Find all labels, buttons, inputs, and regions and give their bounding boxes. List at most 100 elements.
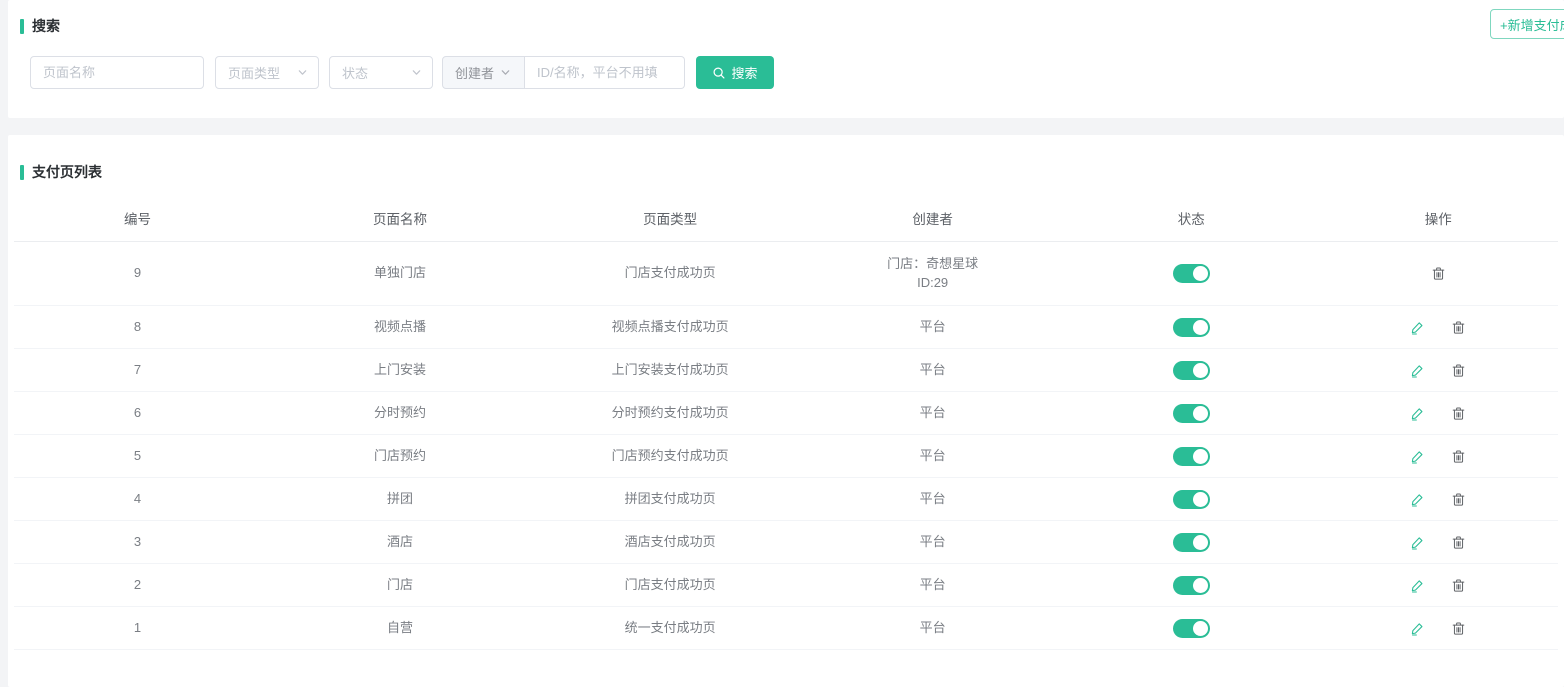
row-page-name: 视频点播 bbox=[261, 318, 539, 337]
page-type-select-label: 页面类型 bbox=[228, 63, 280, 82]
status-select-label: 状态 bbox=[342, 63, 368, 82]
search-section-title: 搜索 bbox=[20, 16, 60, 36]
row-status-cell bbox=[1064, 446, 1319, 465]
table-header: 编号 页面名称 页面类型 创建者 状态 操作 bbox=[14, 198, 1558, 242]
trash-icon bbox=[1451, 406, 1466, 421]
row-status-cell bbox=[1064, 489, 1319, 508]
row-status-cell bbox=[1064, 532, 1319, 551]
delete-button[interactable] bbox=[1451, 406, 1466, 421]
status-toggle[interactable] bbox=[1173, 404, 1210, 423]
toggle-knob bbox=[1193, 406, 1208, 421]
edit-icon bbox=[1410, 406, 1425, 421]
page: { "colors": { "accent": "#2abd96", "togg… bbox=[0, 0, 1564, 687]
row-id: 6 bbox=[14, 404, 261, 423]
edit-button[interactable] bbox=[1410, 320, 1425, 335]
keyword-input[interactable] bbox=[525, 56, 685, 89]
search-form: 页面类型 状态 创建者 搜索 bbox=[30, 56, 774, 89]
row-page-type: 拼团支付成功页 bbox=[539, 490, 801, 509]
edit-icon bbox=[1410, 578, 1425, 593]
edit-icon bbox=[1410, 492, 1425, 507]
row-creator: 门店：奇想星球 bbox=[887, 256, 978, 271]
delete-button[interactable] bbox=[1451, 492, 1466, 507]
edit-icon bbox=[1410, 449, 1425, 464]
chevron-down-icon bbox=[500, 67, 511, 78]
status-toggle[interactable] bbox=[1173, 318, 1210, 337]
trash-icon bbox=[1451, 621, 1466, 636]
status-toggle[interactable] bbox=[1173, 264, 1210, 283]
row-status-cell bbox=[1064, 264, 1319, 283]
trash-icon bbox=[1451, 535, 1466, 550]
status-toggle[interactable] bbox=[1173, 576, 1210, 595]
delete-button[interactable] bbox=[1451, 621, 1466, 636]
table-row: 4 拼团 拼团支付成功页 平台 bbox=[14, 478, 1558, 521]
page-type-select[interactable]: 页面类型 bbox=[215, 56, 319, 89]
column-header-name: 页面名称 bbox=[261, 210, 539, 230]
row-creator-cell: 平台 bbox=[801, 619, 1063, 638]
trash-icon bbox=[1451, 449, 1466, 464]
row-page-type: 门店预约支付成功页 bbox=[539, 447, 801, 466]
row-id: 1 bbox=[14, 619, 261, 638]
row-creator: 平台 bbox=[920, 577, 946, 592]
table-row: 2 门店 门店支付成功页 平台 bbox=[14, 564, 1558, 607]
row-page-type: 分时预约支付成功页 bbox=[539, 404, 801, 423]
row-ops-cell bbox=[1319, 492, 1558, 507]
toggle-knob bbox=[1193, 320, 1208, 335]
toggle-knob bbox=[1193, 266, 1208, 281]
edit-button[interactable] bbox=[1410, 621, 1425, 636]
row-page-type: 门店支付成功页 bbox=[539, 264, 801, 283]
status-toggle[interactable] bbox=[1173, 447, 1210, 466]
trash-icon bbox=[1451, 492, 1466, 507]
toggle-knob bbox=[1193, 492, 1208, 507]
search-button[interactable]: 搜索 bbox=[696, 56, 774, 89]
toggle-knob bbox=[1193, 578, 1208, 593]
toggle-knob bbox=[1193, 535, 1208, 550]
edit-button[interactable] bbox=[1410, 535, 1425, 550]
edit-button[interactable] bbox=[1410, 449, 1425, 464]
creator-keyword-group: 创建者 bbox=[442, 56, 685, 89]
row-creator: 平台 bbox=[920, 362, 946, 377]
row-page-name: 酒店 bbox=[261, 533, 539, 552]
row-creator-cell: 门店：奇想星球 ID:29 bbox=[801, 255, 1063, 293]
payment-table: 编号 页面名称 页面类型 创建者 状态 操作 9 单独门店 门店支付成功页 门店… bbox=[14, 198, 1558, 650]
row-ops-cell bbox=[1319, 535, 1558, 550]
column-header-id: 编号 bbox=[14, 210, 261, 230]
row-page-type: 酒店支付成功页 bbox=[539, 533, 801, 552]
table-row: 6 分时预约 分时预约支付成功页 平台 bbox=[14, 392, 1558, 435]
row-page-name: 单独门店 bbox=[261, 264, 539, 283]
row-status-cell bbox=[1064, 403, 1319, 422]
edit-button[interactable] bbox=[1410, 363, 1425, 378]
search-title-text: 搜索 bbox=[32, 16, 60, 36]
delete-button[interactable] bbox=[1451, 363, 1466, 378]
row-page-name: 门店 bbox=[261, 576, 539, 595]
delete-button[interactable] bbox=[1451, 535, 1466, 550]
add-payment-page-button[interactable]: +新增支付成功 bbox=[1490, 9, 1564, 39]
accent-bar bbox=[20, 165, 24, 180]
status-select[interactable]: 状态 bbox=[329, 56, 433, 89]
row-id: 5 bbox=[14, 447, 261, 466]
edit-button[interactable] bbox=[1410, 492, 1425, 507]
delete-button[interactable] bbox=[1451, 320, 1466, 335]
edit-button[interactable] bbox=[1410, 578, 1425, 593]
page-name-input[interactable] bbox=[30, 56, 204, 89]
delete-button[interactable] bbox=[1431, 266, 1446, 281]
delete-button[interactable] bbox=[1451, 578, 1466, 593]
edit-button[interactable] bbox=[1410, 406, 1425, 421]
edit-icon bbox=[1410, 320, 1425, 335]
row-page-name: 分时预约 bbox=[261, 404, 539, 423]
status-toggle[interactable] bbox=[1173, 619, 1210, 638]
row-page-name: 上门安装 bbox=[261, 361, 539, 380]
row-page-name: 自营 bbox=[261, 619, 539, 638]
toggle-knob bbox=[1193, 449, 1208, 464]
trash-icon bbox=[1451, 578, 1466, 593]
row-ops-cell bbox=[1319, 449, 1558, 464]
status-toggle[interactable] bbox=[1173, 533, 1210, 552]
row-page-type: 门店支付成功页 bbox=[539, 576, 801, 595]
row-page-name: 门店预约 bbox=[261, 447, 539, 466]
row-page-type: 上门安装支付成功页 bbox=[539, 361, 801, 380]
search-icon bbox=[712, 66, 726, 80]
status-toggle[interactable] bbox=[1173, 361, 1210, 380]
delete-button[interactable] bbox=[1451, 449, 1466, 464]
status-toggle[interactable] bbox=[1173, 490, 1210, 509]
creator-select[interactable]: 创建者 bbox=[442, 56, 525, 89]
search-button-label: 搜索 bbox=[731, 63, 757, 82]
